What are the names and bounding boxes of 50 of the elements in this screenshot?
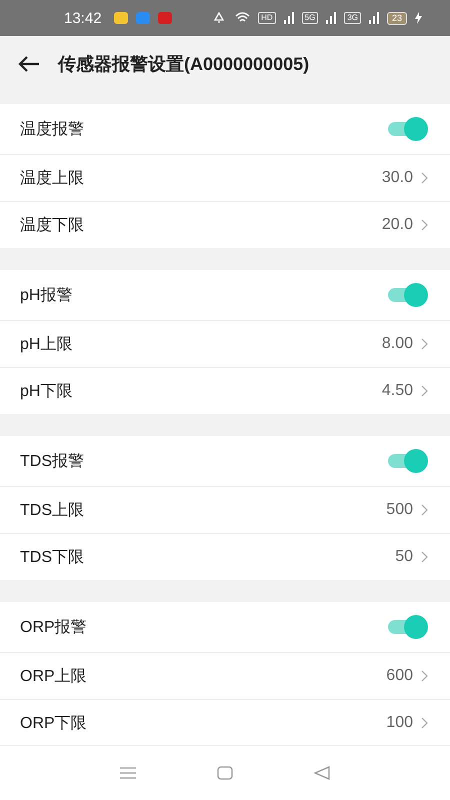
toggle-switch[interactable] [388,448,428,474]
setting-label: TDS报警 [20,452,85,472]
charging-icon [415,12,422,24]
setting-value: 100 [386,714,413,732]
setting-label: pH上限 [20,334,74,354]
setting-label: ORP上限 [20,666,88,686]
setting-label: ORP下限 [20,714,88,734]
back-nav-icon[interactable] [314,766,330,780]
signal-icon [284,12,294,24]
setting-label: pH下限 [20,382,74,402]
setting-label: TDS上限 [20,500,85,520]
toggle-switch[interactable] [388,116,428,142]
setting-label: pH报警 [20,286,74,306]
setting-value: 500 [386,501,413,519]
signal-icon [326,12,336,24]
setting-value: 8.00 [382,335,413,353]
setting-label: 温度上限 [20,168,85,188]
network-badge: 5G [302,12,318,24]
setting-label: 温度下限 [20,216,85,236]
chevron-icon [421,551,428,563]
menu-icon[interactable] [120,767,136,779]
setting-label: TDS下限 [20,548,85,568]
chevron-icon [421,504,428,516]
chevron-icon [421,385,428,397]
wifi-icon [235,12,250,24]
setting-value: 50 [395,548,413,566]
setting-label: ORP报警 [20,618,88,638]
page-title: 传感器报警设置(A0000000005) [58,53,310,76]
app-icon [136,12,150,24]
app-icon [158,12,172,24]
setting-value: 4.50 [382,382,413,400]
chevron-icon [421,670,428,682]
setting-value: 20.0 [382,216,413,234]
battery-icon: 23 [386,12,407,24]
toggle-switch[interactable] [388,614,428,640]
setting-label: 温度报警 [20,120,85,140]
home-icon[interactable] [216,766,233,780]
toggle-switch[interactable] [388,282,428,308]
chevron-icon [421,338,428,350]
setting-value: 30.0 [382,169,413,187]
chevron-icon [421,219,428,231]
setting-value: 600 [386,667,413,685]
back-icon[interactable] [18,55,40,73]
chevron-icon [421,172,428,184]
signal-icon [368,12,379,24]
network-badge: 3G [344,12,361,24]
chevron-icon [421,717,428,729]
status-time: 13:42 [64,10,102,26]
app-icon [114,12,128,24]
network-badge: HD [258,12,276,24]
